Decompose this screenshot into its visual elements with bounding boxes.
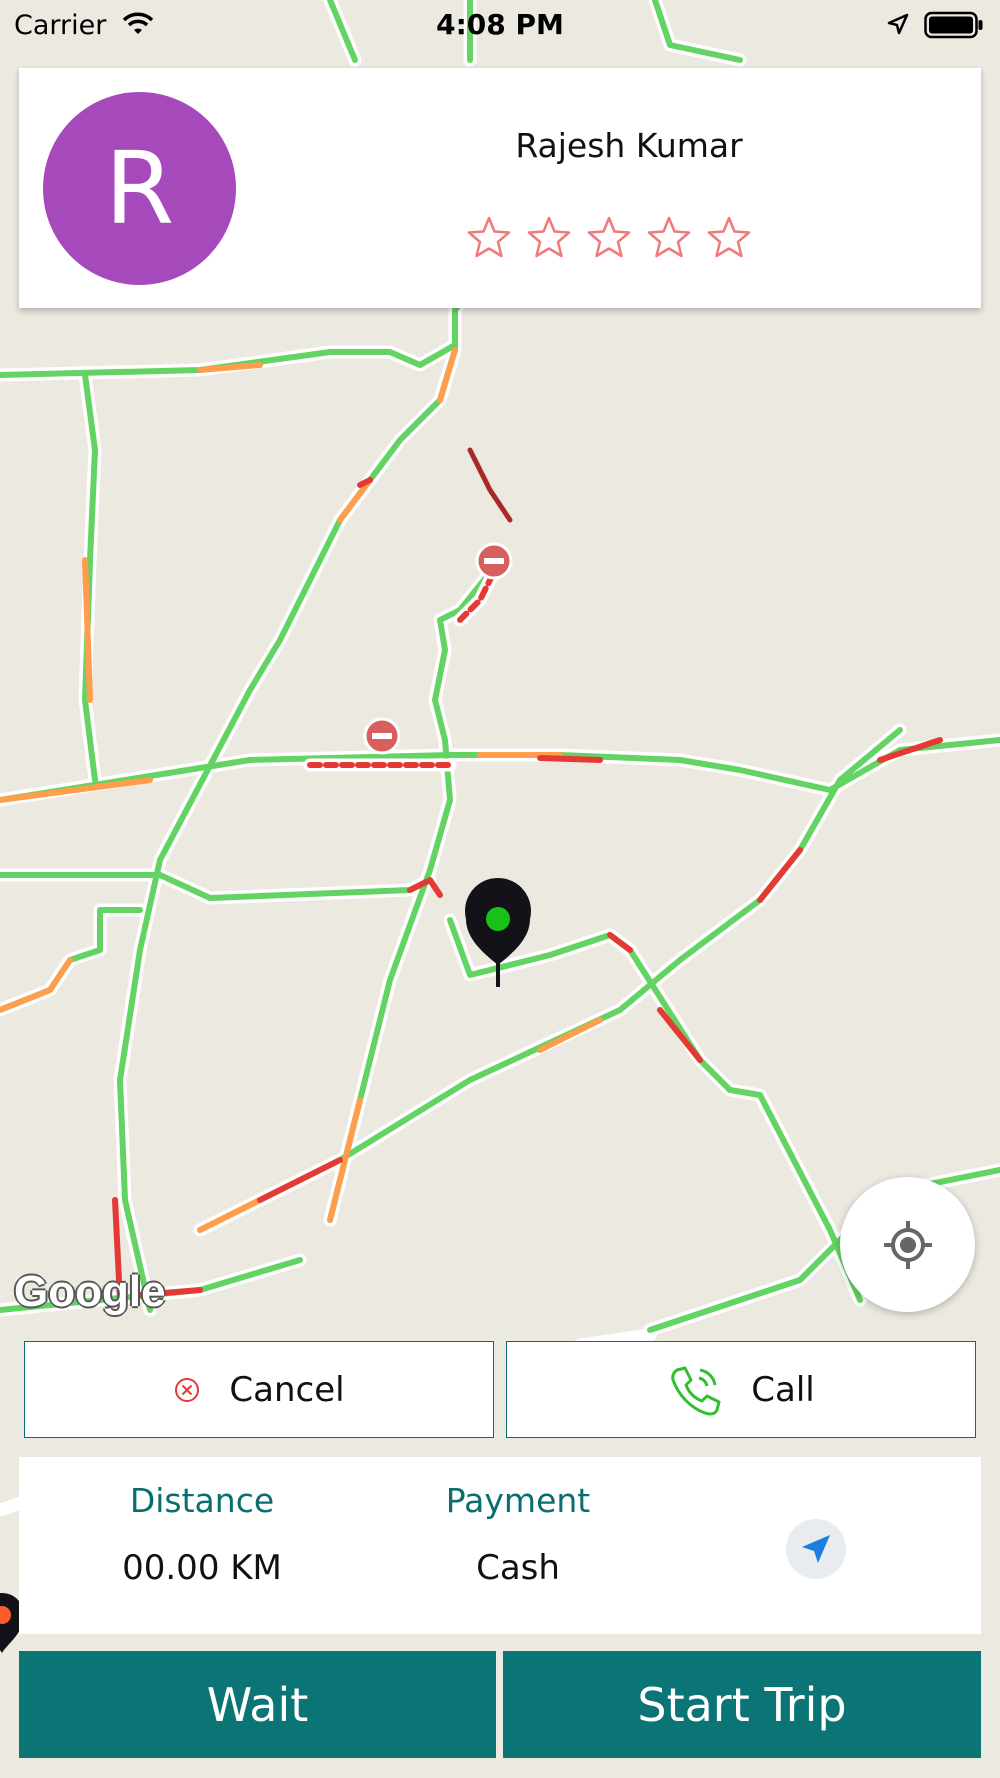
start-trip-button[interactable]: Start Trip	[503, 1651, 981, 1758]
star-icon	[527, 216, 571, 258]
google-attribution: Google	[14, 1267, 166, 1316]
cancel-x-icon	[173, 1376, 201, 1404]
trip-info-card: Distance 00.00 KM Payment Cash	[19, 1457, 981, 1634]
status-bar: Carrier 4:08 PM	[0, 0, 1000, 50]
star-icon	[707, 216, 751, 258]
rider-name: Rajesh Kumar	[515, 126, 743, 165]
call-label: Call	[751, 1369, 815, 1410]
battery-icon	[924, 11, 984, 43]
payment-value: Cash	[476, 1548, 560, 1588]
rating-stars	[464, 213, 754, 263]
recenter-button[interactable]	[840, 1177, 975, 1312]
cancel-label: Cancel	[229, 1369, 345, 1410]
wait-button[interactable]: Wait	[19, 1651, 496, 1758]
distance-value: 00.00 KM	[122, 1548, 282, 1588]
navigate-button[interactable]	[786, 1519, 846, 1579]
call-button[interactable]: Call	[506, 1341, 976, 1438]
distance-section: Distance 00.00 KM	[52, 1457, 352, 1588]
rider-profile-card: R Rajesh Kumar	[19, 68, 981, 308]
star-icon	[647, 216, 691, 258]
navigation-arrow-icon	[802, 1535, 830, 1563]
crosshair-icon	[883, 1220, 932, 1269]
star-icon	[587, 216, 631, 258]
location-arrow-icon	[886, 12, 910, 40]
clock: 4:08 PM	[436, 8, 564, 41]
distance-label: Distance	[129, 1481, 275, 1520]
star-icon	[467, 216, 511, 258]
cancel-button[interactable]: Cancel	[24, 1341, 494, 1438]
payment-section: Payment Cash	[368, 1457, 668, 1588]
payment-label: Payment	[445, 1481, 591, 1520]
avatar: R	[43, 92, 236, 285]
phone-icon	[667, 1362, 723, 1418]
